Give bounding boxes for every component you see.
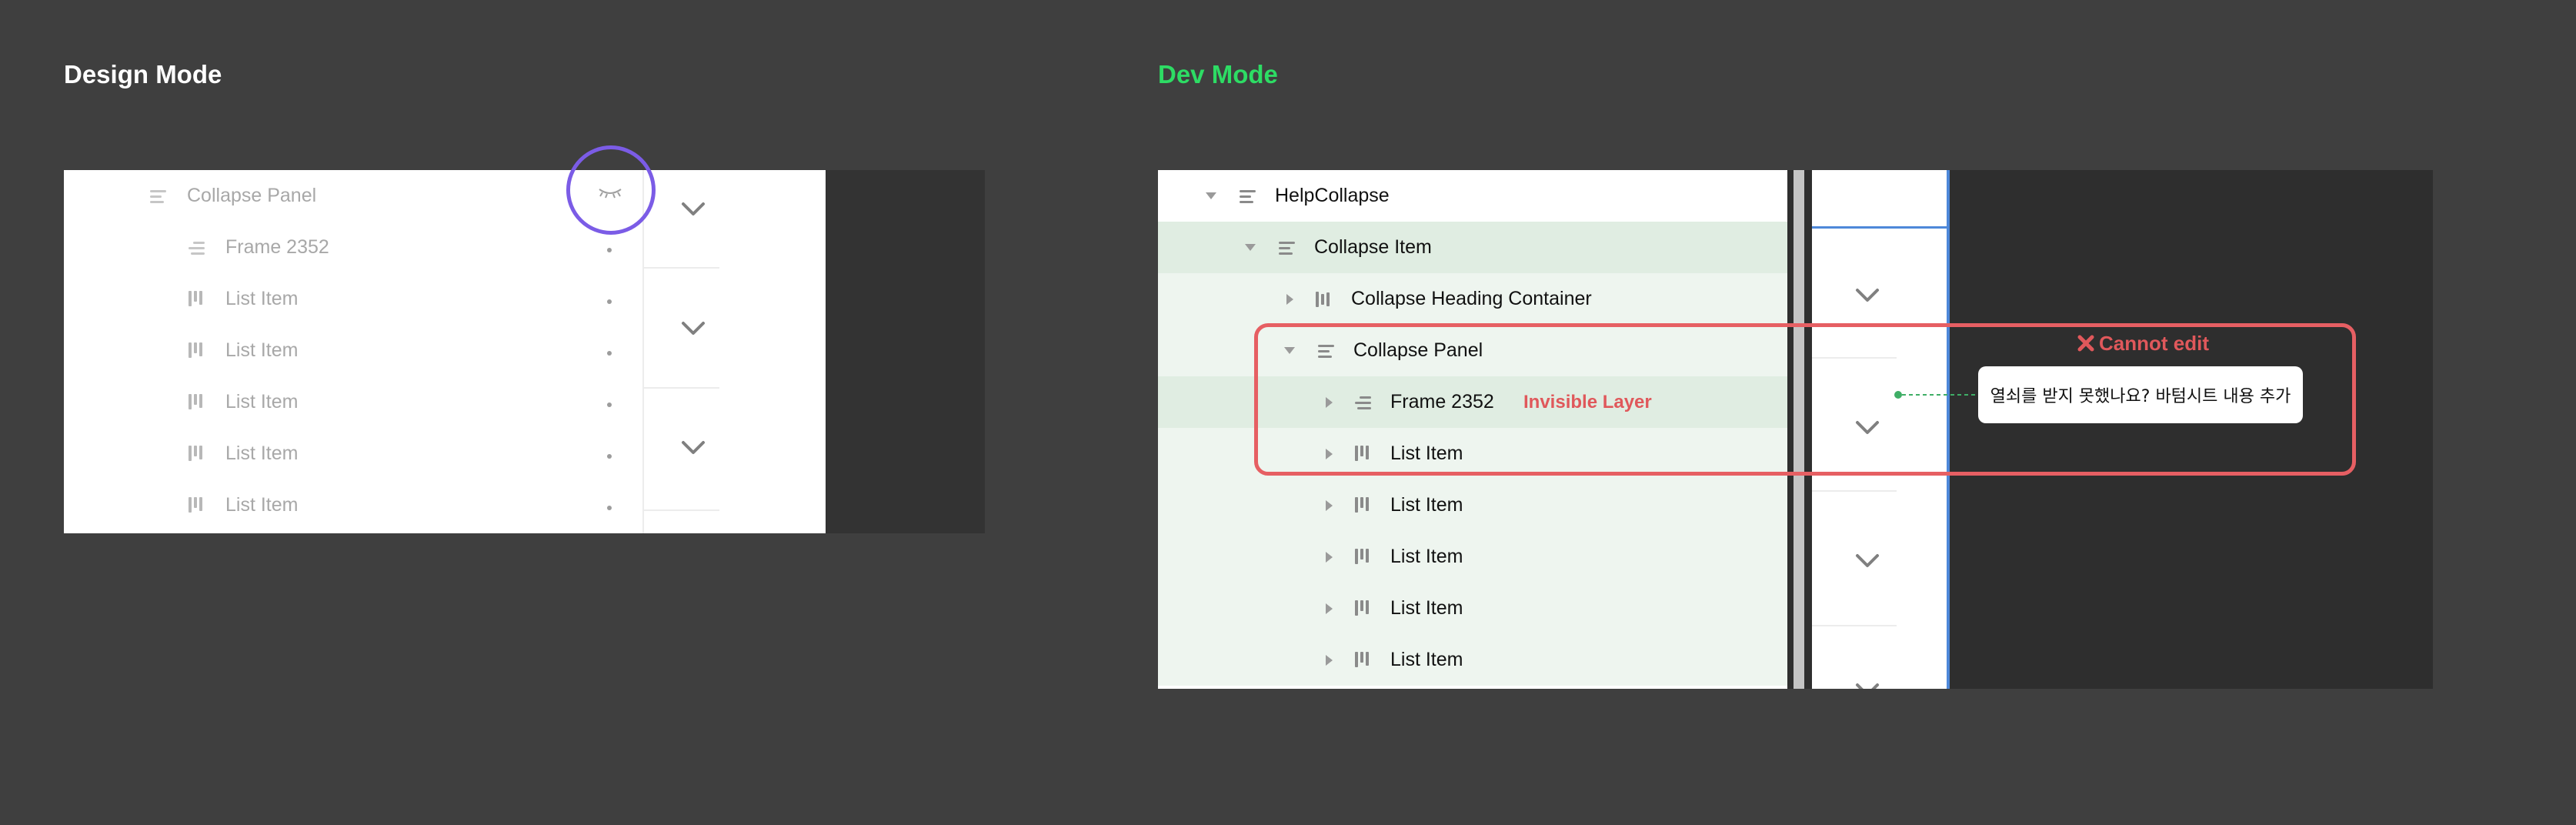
layer-row-list-item[interactable]: List Item [1158,634,1787,686]
x-mark-icon [2077,335,2094,352]
layer-label: Collapse Heading Container [1351,288,1592,309]
layer-label: Collapse Item [1314,236,1432,258]
auto-layout-vertical-icon [1240,188,1258,205]
caret-down-icon[interactable] [1206,192,1216,199]
layer-label: List Item [225,443,299,464]
caret-down-icon[interactable] [1245,244,1256,251]
design-mode-panel: Collapse Panel Frame 2352 List Item List… [64,170,985,533]
layer-label: List Item [1390,649,1463,670]
layer-label: List Item [1390,494,1463,516]
cannot-edit-label: Cannot edit [2077,332,2209,356]
dev-mode-title: Dev Mode [1158,60,1278,89]
divider [1812,490,1897,492]
auto-layout-horizontal-icon [1355,600,1373,617]
layer-row-list-item[interactable]: List Item [64,376,642,428]
layer-row-collapse-heading-container[interactable]: Collapse Heading Container [1158,273,1787,325]
auto-layout-horizontal-icon [1355,651,1373,669]
design-mode-title: Design Mode [64,60,222,89]
visibility-dot-icon[interactable] [607,454,612,459]
chevron-down-icon [682,202,705,215]
caret-right-icon[interactable] [1326,603,1333,614]
chevron-down-icon [682,322,705,335]
layer-label: List Item [225,339,299,361]
caret-right-icon[interactable] [1326,654,1333,666]
hidden-layer-highlight-circle [566,145,656,235]
layer-label: HelpCollapse [1275,185,1390,206]
auto-layout-horizontal-icon [1355,496,1373,514]
auto-layout-horizontal-icon [189,342,207,359]
visibility-dot-icon[interactable] [607,506,612,510]
auto-layout-vertical-icon [1279,239,1297,256]
visibility-dot-icon[interactable] [607,299,612,304]
chevron-down-icon [682,441,705,454]
layer-row-list-item[interactable]: List Item [1158,479,1787,531]
design-layers-list: Collapse Panel Frame 2352 List Item List… [64,170,642,533]
visibility-dot-icon[interactable] [607,351,612,356]
auto-layout-horizontal-icon [1355,548,1373,566]
visibility-dot-icon[interactable] [607,248,612,252]
visibility-dot-icon[interactable] [607,402,612,407]
auto-layout-horizontal-icon [189,290,207,308]
chevron-down-icon [1856,554,1879,567]
caret-right-icon[interactable] [1326,551,1333,563]
layer-row-list-item[interactable]: List Item [64,325,642,376]
layer-row-list-item[interactable]: List Item [64,479,642,531]
auto-layout-horizontal-icon [189,393,207,411]
divider [644,387,719,389]
layer-row-list-item[interactable]: List Item [64,273,642,325]
cannot-edit-text: Cannot edit [2099,332,2209,355]
caret-right-icon[interactable] [1326,499,1333,511]
caret-right-icon[interactable] [1286,293,1293,305]
layer-row-list-item[interactable]: List Item [64,428,642,479]
layer-row-list-item[interactable]: List Item [1158,531,1787,583]
layer-row-collapse-panel[interactable]: Collapse Panel [64,170,642,222]
chevron-down-icon [1856,683,1879,689]
auto-layout-horizontal-icon [189,445,207,463]
selection-line [1812,226,1947,229]
layer-row-helpcollapse[interactable]: HelpCollapse [1158,170,1787,222]
layer-label: List Item [225,494,299,516]
auto-layout-horizontal-icon [1316,291,1334,308]
divider [644,267,719,269]
layer-label: List Item [1390,546,1463,567]
layer-row-frame-2352[interactable]: Frame 2352 [64,222,642,273]
layer-row-collapse-item[interactable]: Collapse Item [1158,222,1787,273]
layer-label: List Item [225,391,299,412]
auto-layout-horizontal-icon [189,496,207,514]
layer-label: Collapse Panel [187,185,317,206]
divider [644,509,719,511]
layer-label: List Item [225,288,299,309]
chevron-down-icon [1856,289,1879,302]
layer-label: List Item [1390,597,1463,619]
layer-row-list-item[interactable]: List Item [1158,583,1787,634]
content-tooltip: 열쇠를 받지 못했나요? 바텀시트 내용 추가 [1978,366,2303,423]
auto-layout-vertical-icon [150,188,169,205]
divider [1812,625,1897,626]
layer-label: Frame 2352 [225,236,329,258]
tooltip-connector [1894,391,1979,399]
auto-layout-vertical-icon [189,239,207,256]
design-canvas-preview [642,170,826,533]
